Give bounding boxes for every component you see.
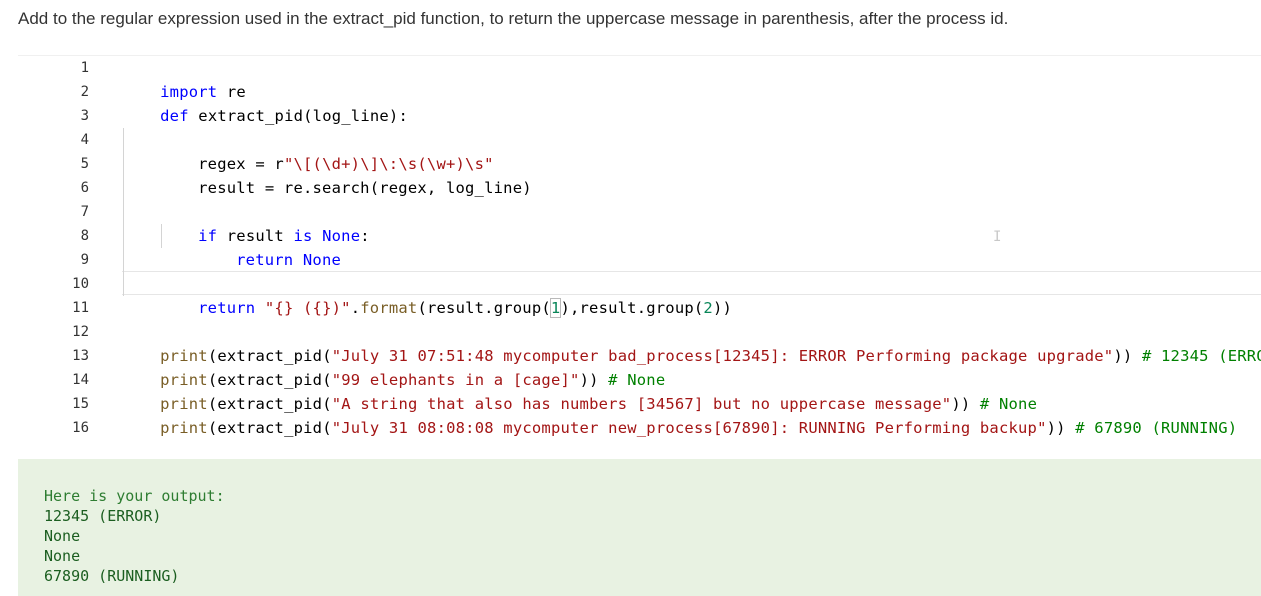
code-token: return xyxy=(236,251,294,269)
code-token: return xyxy=(198,299,256,317)
line-number: 13 xyxy=(72,348,89,364)
line-number: 16 xyxy=(72,420,89,436)
line-number: 5 xyxy=(80,156,89,172)
code-token: : xyxy=(360,227,370,245)
code-token: (result.group( xyxy=(417,299,551,317)
code-token: (extract_pid( xyxy=(207,419,332,437)
code-token: )) xyxy=(712,299,733,317)
line-number: 6 xyxy=(80,180,89,196)
code-token: None xyxy=(302,251,342,269)
code-token: result = re.search(regex, log_line) xyxy=(198,179,532,197)
line-number-gutter: 1 2 3 4 5 6 7 8 9 10 11 12 13 14 15 16 xyxy=(18,56,108,441)
line-number: 7 xyxy=(80,204,89,220)
indent-guide xyxy=(123,128,124,296)
line-number: 11 xyxy=(72,300,89,316)
exercise-prompt: Add to the regular expression used in th… xyxy=(18,9,1009,28)
code-token: def xyxy=(160,107,189,125)
line-number: 9 xyxy=(80,252,89,268)
mouse-text-cursor-icon: I xyxy=(993,229,1002,245)
output-line: None xyxy=(44,527,81,545)
line-number: 2 xyxy=(80,84,89,100)
code-comment: # 12345 (ERROR) xyxy=(1141,347,1261,365)
code-token: 1 xyxy=(549,298,562,318)
code-comment: # 67890 (RUNNING) xyxy=(1075,419,1238,437)
output-panel: Here is your output: 12345 (ERROR) None … xyxy=(18,459,1261,596)
output-line: 12345 (ERROR) xyxy=(44,507,162,525)
line-number: 12 xyxy=(72,324,89,340)
line-number: 4 xyxy=(80,132,89,148)
line-number: 3 xyxy=(80,108,89,124)
line-number: 15 xyxy=(72,396,89,412)
code-token: "July 31 08:08:08 mycomputer new_process… xyxy=(331,419,1047,437)
code-token: . xyxy=(350,299,361,317)
code-line-15[interactable]: print(extract_pid("July 31 08:08:08 myco… xyxy=(122,392,1237,464)
line-number: 10 xyxy=(72,276,89,292)
output-line: 67890 (RUNNING) xyxy=(44,567,180,585)
code-token: )) xyxy=(1113,347,1142,365)
code-token: )) xyxy=(1046,419,1076,437)
line-number: 8 xyxy=(80,228,89,244)
code-token: ),result.group( xyxy=(560,299,704,317)
code-token: "{} ({})" xyxy=(264,299,351,317)
output-header: Here is your output: xyxy=(44,487,225,505)
code-token: extract_pid(log_line): xyxy=(188,107,408,125)
output-line: None xyxy=(44,547,81,565)
line-number: 14 xyxy=(72,372,89,388)
code-editor[interactable]: 1 2 3 4 5 6 7 8 9 10 11 12 13 14 15 16 i… xyxy=(18,55,1261,441)
code-token: print xyxy=(160,419,208,437)
code-token: 2 xyxy=(703,299,713,317)
code-token: format xyxy=(360,299,418,317)
line-number: 1 xyxy=(80,60,89,76)
